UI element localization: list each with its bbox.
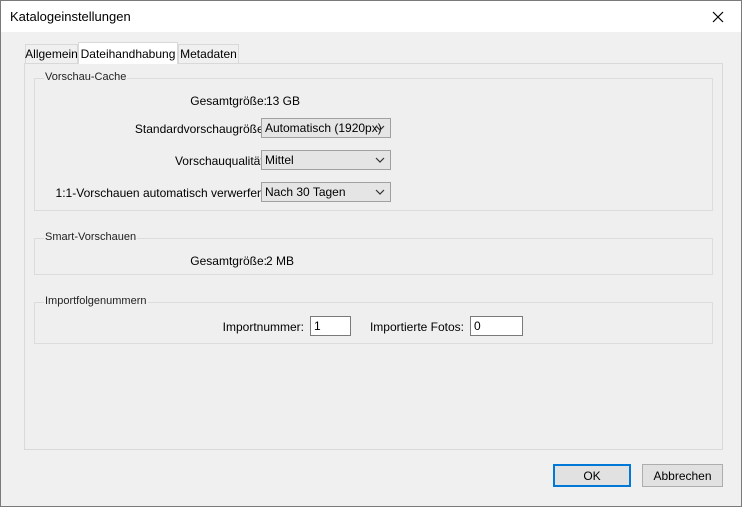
discard-previews-label: 1:1-Vorschauen automatisch verwerfen: [55, 186, 267, 200]
total-size-label: Gesamtgröße: [190, 94, 267, 108]
select-value: Mittel [265, 153, 294, 167]
close-button[interactable] [695, 1, 741, 32]
chevron-down-icon [375, 157, 385, 163]
discard-previews-select[interactable]: Nach 30 Tagen [261, 182, 391, 202]
select-value: Nach 30 Tagen [265, 185, 346, 199]
window-title: Katalogeinstellungen [10, 9, 131, 24]
ok-label: OK [583, 468, 601, 483]
tab-panel: Vorschau-Cache Gesamtgröße: 13 GB Standa… [24, 63, 723, 450]
preview-quality-label: Vorschauqualität: [174, 154, 267, 168]
chevron-down-icon [375, 125, 385, 131]
chevron-down-icon [375, 189, 385, 195]
cancel-button[interactable]: Abbrechen [642, 464, 723, 487]
tab-dateihandhabung[interactable]: Dateihandhabung [78, 42, 178, 64]
tab-label: Allgemein [25, 47, 78, 61]
imported-photos-input[interactable] [470, 316, 523, 336]
smart-total-size-value: 2 MB [266, 254, 295, 268]
tab-label: Metadaten [180, 47, 237, 61]
title-bar: Katalogeinstellungen [1, 1, 741, 32]
preview-cache-group: Vorschau-Cache Gesamtgröße: 13 GB Standa… [34, 71, 713, 211]
close-icon [712, 11, 724, 22]
tab-label: Dateihandhabung [80, 46, 176, 61]
preview-quality-select[interactable]: Mittel [261, 150, 391, 170]
group-title: Vorschau-Cache [44, 71, 128, 83]
total-size-value: 13 GB [266, 94, 301, 108]
standard-preview-size-label: Standardvorschaugröße: [134, 122, 267, 136]
tab-metadaten[interactable]: Metadaten [178, 44, 239, 63]
cancel-label: Abbrechen [653, 468, 712, 483]
standard-preview-size-select[interactable]: Automatisch (1920px) [261, 118, 391, 138]
select-value: Automatisch (1920px) [265, 121, 382, 135]
group-title: Smart-Vorschauen [44, 231, 138, 243]
import-number-input[interactable] [310, 316, 351, 336]
group-title: Importfolgenummern [44, 295, 148, 307]
smart-total-size-label: Gesamtgröße: [190, 254, 267, 268]
import-numbers-group: Importfolgenummern Importnummer: Importi… [34, 295, 713, 344]
ok-button[interactable]: OK [553, 464, 631, 487]
dialog-window: Katalogeinstellungen Allgemein Dateihand… [0, 0, 742, 507]
imported-photos-label: Importierte Fotos: [369, 320, 464, 334]
smart-previews-group: Smart-Vorschauen Gesamtgröße: 2 MB [34, 231, 713, 275]
tab-allgemein[interactable]: Allgemein [25, 44, 78, 63]
import-number-label: Importnummer: [222, 320, 304, 334]
